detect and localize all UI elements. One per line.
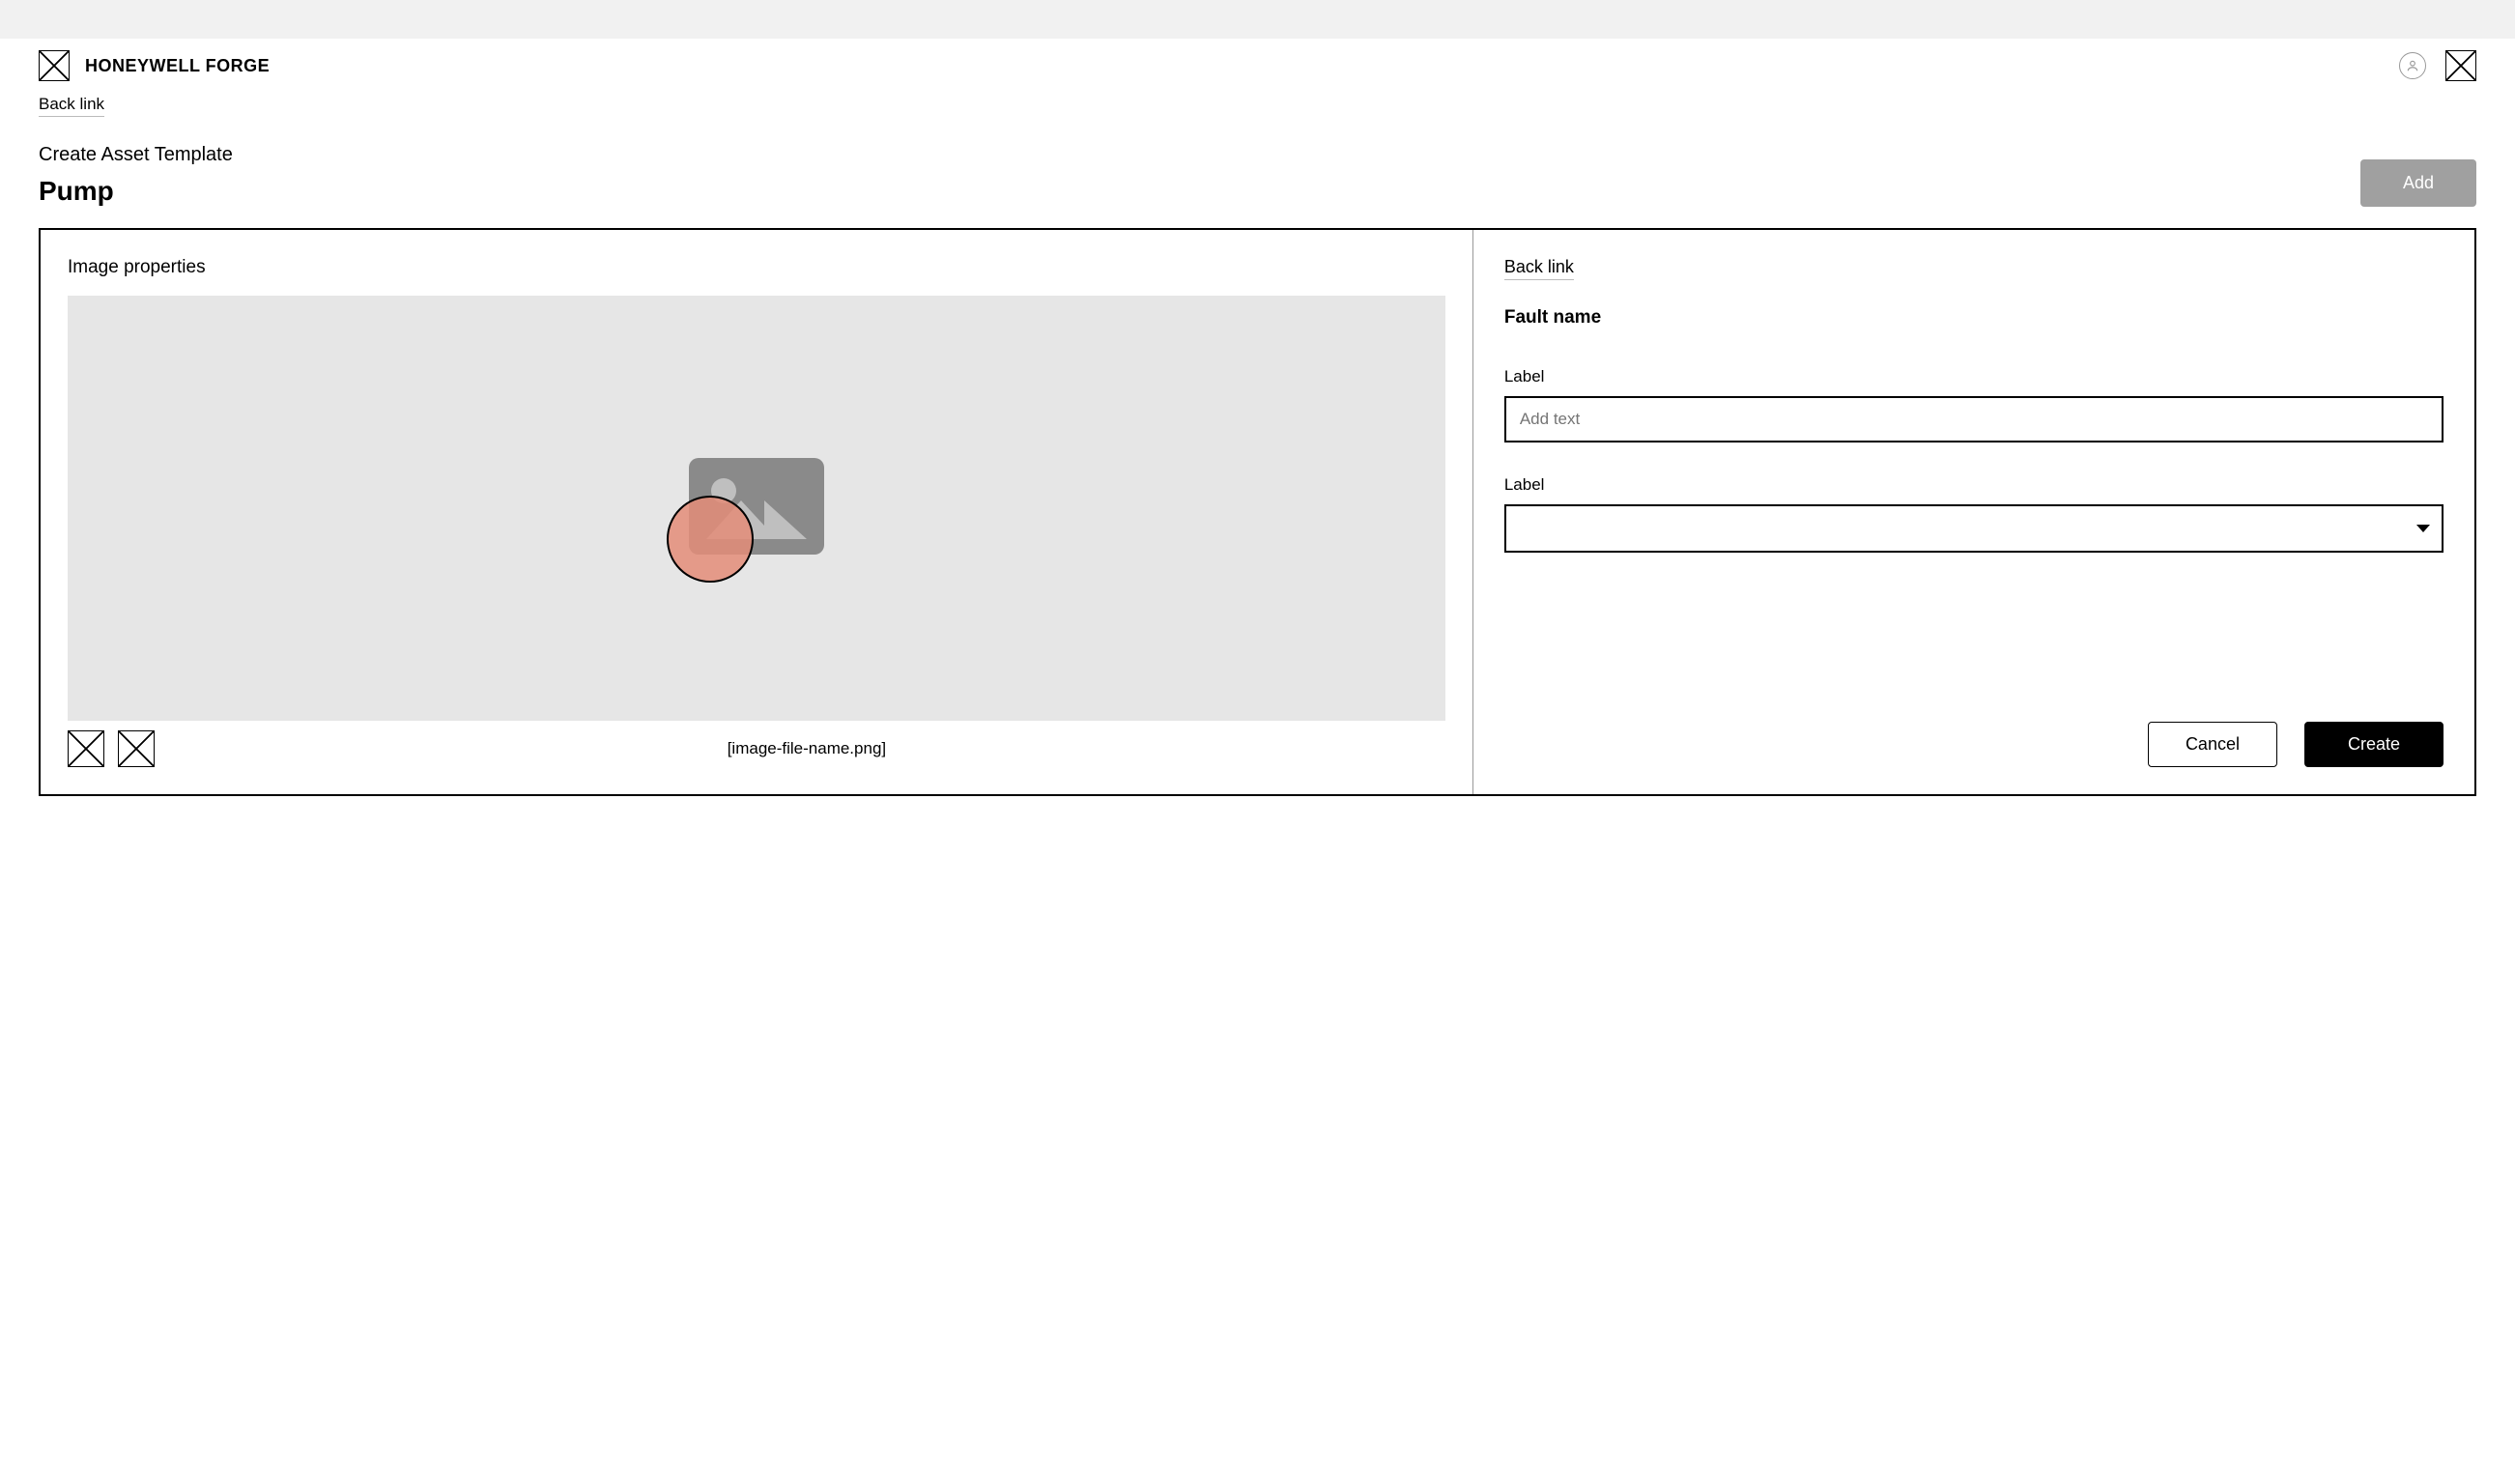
field-2-value[interactable]: [1504, 504, 2444, 553]
header-placeholder-icon[interactable]: [2445, 50, 2476, 81]
image-properties-pane: Image properties [image-file-name.png: [41, 230, 1473, 794]
subheader: Create Asset Template Pump Add: [39, 144, 2476, 207]
logo-placeholder-icon: [39, 50, 70, 81]
page-sublabel: Create Asset Template: [39, 144, 233, 166]
subheader-left: Create Asset Template Pump: [39, 144, 233, 207]
details-back-link[interactable]: Back link: [1504, 257, 1574, 280]
header-left: HONEYWELL FORGE: [39, 50, 270, 81]
field-1-label: Label: [1504, 367, 2444, 386]
caret-down-icon: [2416, 525, 2430, 532]
add-button[interactable]: Add: [2360, 159, 2476, 207]
footer-action-1-icon[interactable]: [68, 730, 104, 767]
back-link[interactable]: Back link: [39, 95, 104, 117]
footer-action-2-icon[interactable]: [118, 730, 155, 767]
image-preview-area[interactable]: [68, 296, 1445, 721]
cancel-button[interactable]: Cancel: [2148, 722, 2277, 767]
image-filename: [image-file-name.png]: [168, 739, 1445, 758]
brand-name: HONEYWELL FORGE: [85, 56, 270, 76]
field-2-select[interactable]: [1504, 504, 2444, 553]
fault-name-heading: Fault name: [1504, 307, 2444, 328]
details-pane: Back link Fault name Label Label Cancel …: [1473, 230, 2474, 794]
field-1-input[interactable]: [1504, 396, 2444, 442]
top-band: [0, 0, 2515, 39]
header: HONEYWELL FORGE: [39, 39, 2476, 85]
header-right: [2399, 50, 2476, 81]
page-title: Pump: [39, 176, 233, 207]
main-panel: Image properties [image-file-name.png: [39, 228, 2476, 796]
image-properties-title: Image properties: [68, 257, 1445, 278]
image-placeholder-icon: [689, 458, 824, 559]
field-2-label: Label: [1504, 475, 2444, 495]
hotspot-marker-icon[interactable]: [666, 495, 755, 584]
image-footer: [image-file-name.png]: [68, 730, 1445, 767]
avatar-icon[interactable]: [2399, 52, 2426, 79]
action-buttons: Cancel Create: [1504, 606, 2444, 767]
create-button[interactable]: Create: [2304, 722, 2444, 767]
